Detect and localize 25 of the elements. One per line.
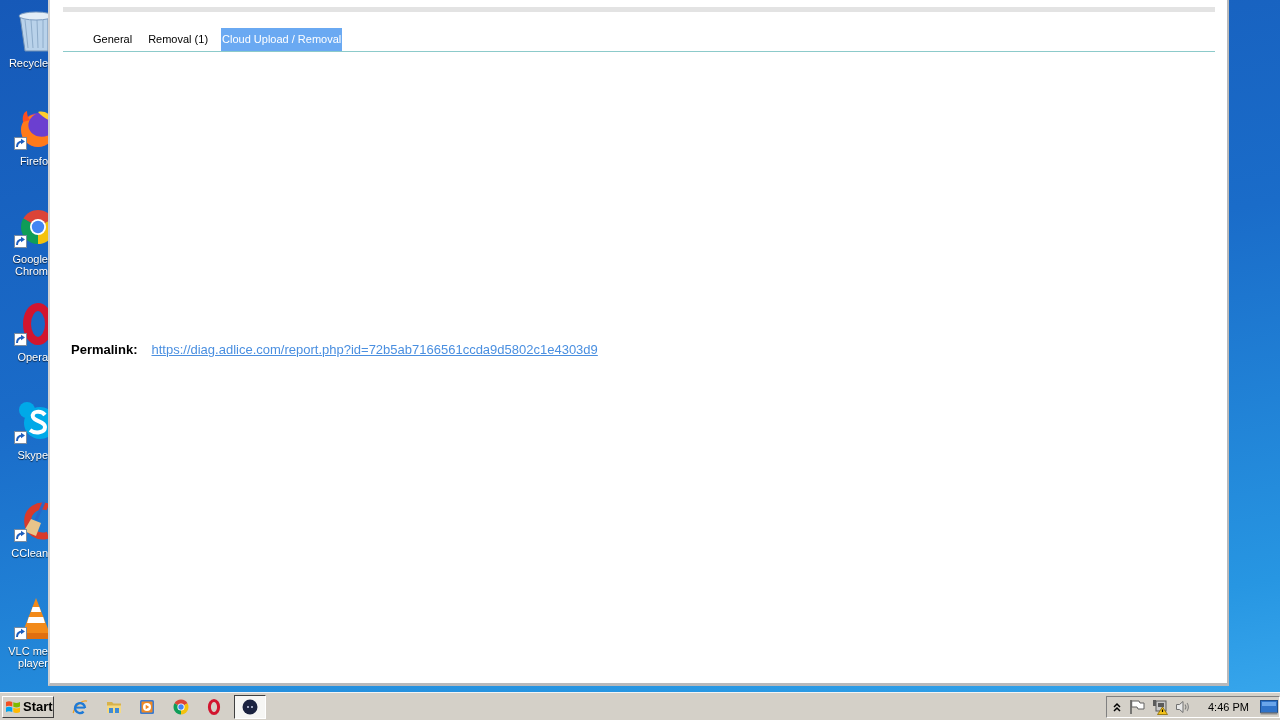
circle-logo-icon	[241, 698, 258, 715]
tab[interactable]: General	[90, 28, 136, 51]
browser-e-icon	[72, 698, 88, 715]
network-warning-icon[interactable]	[1152, 698, 1168, 715]
permalink-label: Permalink:	[71, 342, 138, 358]
show-desktop-icon[interactable]	[1259, 698, 1278, 715]
play-icon	[139, 698, 155, 715]
desktop-icon-label[interactable]: CClean	[11, 547, 48, 559]
start-button[interactable]: Start	[2, 695, 54, 718]
desktop-icon-label[interactable]: VLC me player	[4, 645, 48, 669]
desktop-icon-label[interactable]: Skype	[17, 449, 48, 461]
desktop-icon-label[interactable]: Google Chrom	[4, 253, 48, 277]
chevron-up-icon[interactable]	[1113, 701, 1121, 712]
permalink-link[interactable]: https://diag.adlice.com/report.php?id=72b5ab7166561ccda9d5802c1e4303d9	[151, 342, 598, 358]
flag-icon[interactable]	[1129, 698, 1145, 715]
o-ring-icon	[206, 698, 222, 715]
clock: 4:46 PM	[1208, 700, 1249, 713]
ring-logo-icon	[172, 698, 189, 715]
taskbar-button[interactable]	[233, 694, 266, 719]
desktop-icon-label[interactable]: Recycle	[8, 57, 48, 69]
desktop-icon-label[interactable]: Firefo	[19, 155, 48, 167]
window-flag-icon	[5, 698, 21, 715]
speaker-icon[interactable]	[1175, 698, 1191, 715]
tab[interactable]: Removal (1)	[145, 28, 212, 51]
desktop-icon-label[interactable]: Opera	[17, 351, 48, 363]
